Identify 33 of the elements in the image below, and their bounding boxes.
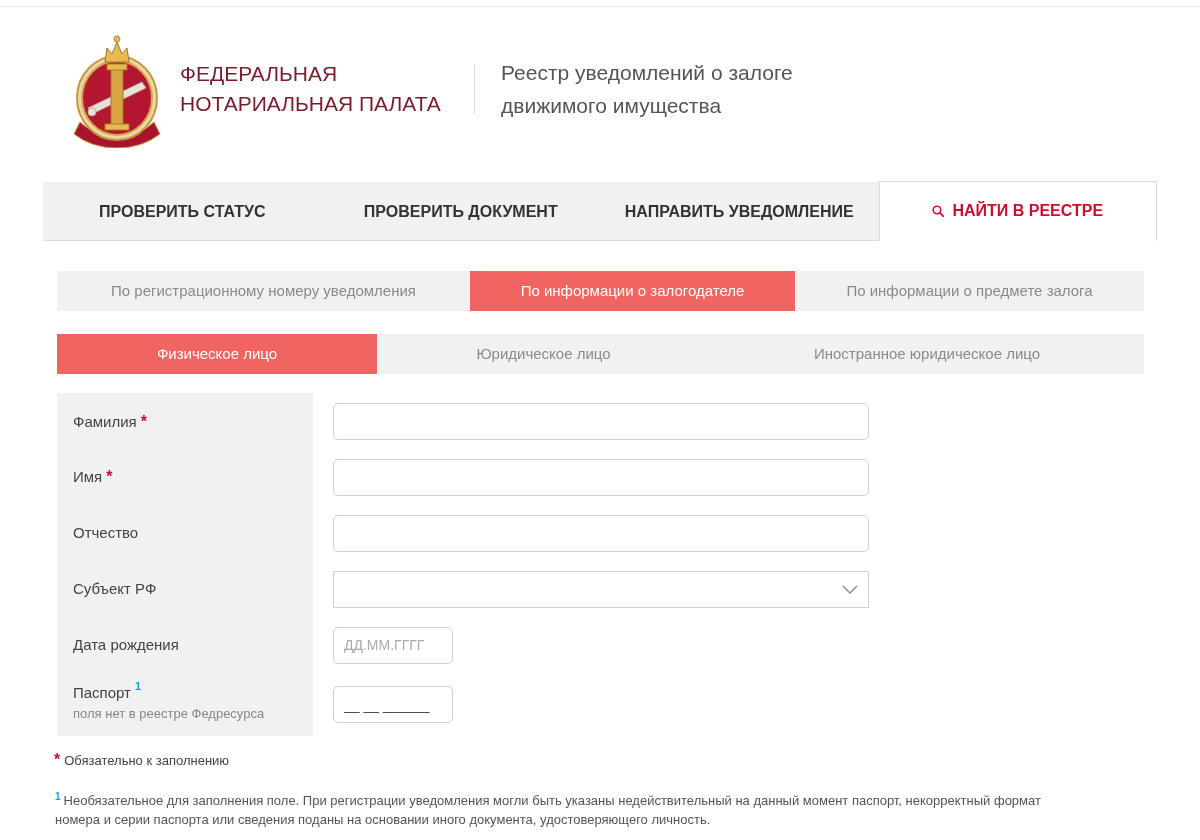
field-label: Отчество [73,523,139,543]
input-field[interactable] [333,514,869,552]
person-type-tab[interactable]: Иностранное юридическое лицо [710,334,1144,374]
field-label: Дата рождения [73,635,179,655]
person-type-tab[interactable]: Физическое лицо [57,334,377,374]
required-asterisk: * [54,750,61,770]
search-icon [932,205,945,217]
input-field[interactable] [333,402,869,440]
input-field[interactable]: ДД.ММ.ГГГГ [333,626,453,664]
nav-tab[interactable]: НАПРАВИТЬ УВЕДОМЛЕНИЕ [600,182,879,241]
search-mode-tab[interactable]: По информации о залогодателе [470,271,795,311]
field-note: поля нет в реестре Федресурса [73,705,265,722]
required-asterisk: * [106,467,113,487]
footnote-mark: 1 [135,680,142,692]
required-legend: Обязательно к заполнению [64,751,230,771]
nav-tab[interactable]: ПРОВЕРИТЬ ДОКУМЕНТ [321,182,600,241]
nav-tab[interactable]: НАЙТИ В РЕЕСТРЕ [878,181,1157,241]
field-label: Фамилия [73,412,137,432]
chevron-down-icon [842,584,858,594]
select-field[interactable] [333,570,869,608]
search-mode-tab[interactable]: По информации о предмете залога [795,271,1144,311]
organization-name: ФЕДЕРАЛЬНАЯ НОТАРИАЛЬНАЯ ПАЛАТА [180,61,442,117]
field-label: Паспорт [73,683,131,703]
input-field[interactable] [333,458,869,496]
required-asterisk: * [140,412,147,432]
field-label: Имя [73,467,103,487]
search-mode-tab[interactable]: По регистрационному номеру уведомления [57,271,470,311]
nav-tab[interactable]: ПРОВЕРИТЬ СТАТУС [43,182,322,241]
service-title: Реестр уведомлений о залоге движимого имущества [501,60,793,119]
person-type-tab[interactable]: Юридическое лицо [377,334,710,374]
footnote-text: $^{1}$ Необязательное для заполнения поле. При регистрации уведомления могли быть указаны недействительный на данный момент паспорт, некорректный формат номера и серии паспорта или сведения поданы на основании иного документа, удостоверяющего личность. [55,791,1042,829]
input-field[interactable]: __ __ ______ [333,686,453,723]
field-label: Субъект РФ [73,579,157,599]
